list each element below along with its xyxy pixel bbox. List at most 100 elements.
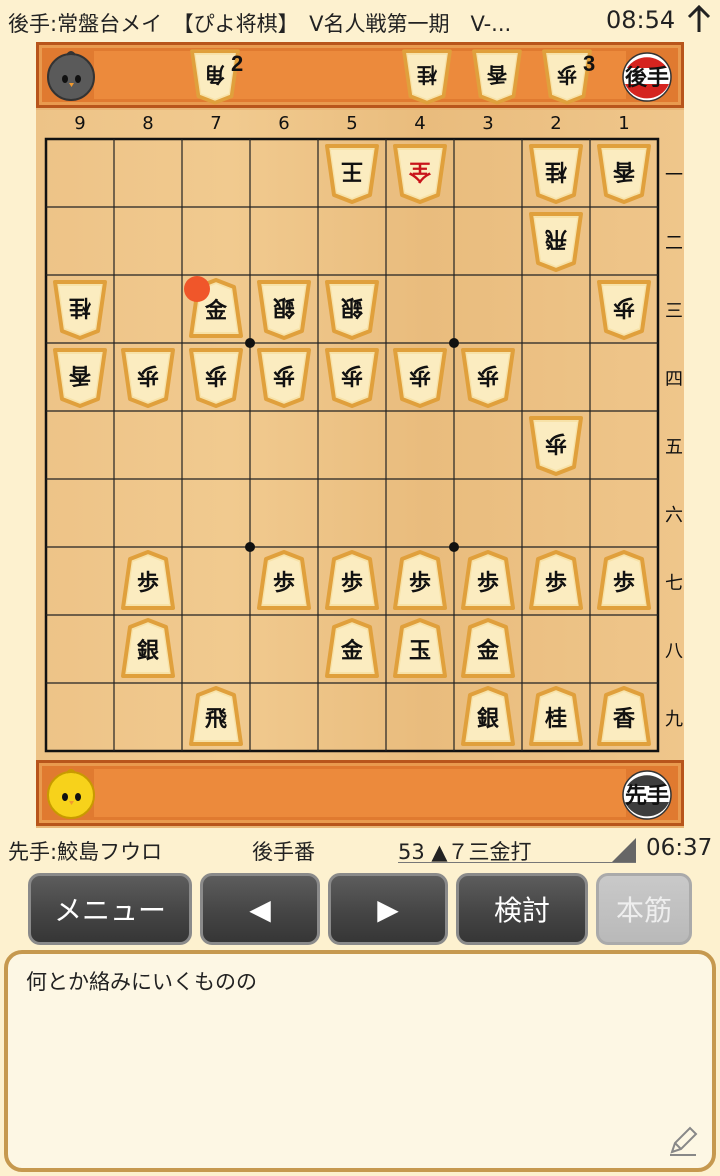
sente-piece-stand: 先手 (36, 760, 684, 826)
sente-piece[interactable]: 金 (460, 618, 516, 680)
piece-label: 歩 (476, 570, 499, 596)
gote-piece[interactable]: 香 (596, 142, 652, 204)
hand-piece-count: 3 (583, 51, 596, 76)
rank-label: 三 (665, 301, 683, 322)
rank-label: 六 (665, 505, 683, 526)
menu-button[interactable]: メニュー (28, 873, 192, 945)
gote-piece[interactable]: 歩 (392, 346, 448, 408)
move-dropdown-icon[interactable] (612, 838, 636, 862)
piece-label: 桂 (544, 706, 567, 732)
arrow-up-icon[interactable] (684, 4, 714, 34)
gote-hand-piece[interactable]: 香 (471, 47, 523, 105)
piece-label: 金 (340, 638, 363, 664)
piece-label: 銀 (136, 638, 159, 664)
piece-label: 歩 (137, 362, 160, 388)
gote-piece[interactable]: 歩 (256, 346, 312, 408)
sente-piece[interactable]: 香 (596, 686, 652, 748)
piece-label: 歩 (273, 362, 296, 388)
sente-piece[interactable]: 飛 (188, 686, 244, 748)
piece-label: 桂 (69, 294, 92, 320)
file-label: 9 (74, 113, 86, 134)
piece-label: 歩 (612, 570, 635, 596)
status-bar: 先手:鮫島フウロ 後手番 53 ▲７三金打 06:37 (0, 830, 720, 866)
sente-piece[interactable]: 桂 (528, 686, 584, 748)
sente-player-name: 先手:鮫島フウロ (8, 840, 163, 864)
rank-label: 五 (665, 437, 683, 458)
mainline-button[interactable]: 本筋 (596, 873, 692, 945)
sente-piece[interactable]: 歩 (528, 550, 584, 612)
gote-piece-stand: 角2桂香歩3 後手 (36, 42, 684, 108)
gote-piece[interactable]: 銀 (324, 278, 380, 340)
gote-piece[interactable]: 桂 (52, 278, 108, 340)
last-move-marker (184, 276, 210, 302)
system-clock: 08:54 (606, 6, 676, 34)
analyze-button[interactable]: 検討 (456, 873, 588, 945)
hand-piece-label: 香 (486, 62, 508, 87)
piece-label: 銀 (476, 706, 499, 732)
file-label: 3 (482, 113, 494, 134)
yellow-chick-avatar[interactable] (45, 768, 97, 820)
piece-label: 香 (613, 158, 636, 184)
gote-piece[interactable]: 飛 (528, 210, 584, 272)
gote-piece[interactable]: 歩 (120, 346, 176, 408)
gote-piece[interactable]: 王 (324, 142, 380, 204)
comment-box[interactable]: 何とか絡みにいくものの (4, 950, 716, 1172)
piece-label: 桂 (545, 158, 568, 184)
rank-label: 九 (665, 709, 683, 730)
rank-label: 七 (665, 573, 683, 594)
file-label: 5 (346, 113, 358, 134)
sente-piece[interactable]: 銀 (460, 686, 516, 748)
sente-piece[interactable]: 歩 (460, 550, 516, 612)
file-label: 8 (142, 113, 154, 134)
sente-badge-label: 先手 (624, 784, 669, 809)
gote-piece[interactable]: 銀 (256, 278, 312, 340)
file-label: 6 (278, 113, 290, 134)
gote-piece[interactable]: 歩 (324, 346, 380, 408)
file-label: 4 (414, 113, 426, 134)
gray-chick-avatar[interactable] (45, 50, 97, 102)
gote-piece[interactable]: 歩 (528, 414, 584, 476)
game-title: 後手:常盤台メイ 【ぴよ将棋】 V名人戦第一期 V-... (8, 12, 512, 36)
piece-label: 全 (409, 158, 432, 184)
sente-piece[interactable]: 歩 (596, 550, 652, 612)
sente-piece[interactable]: 金 (324, 618, 380, 680)
gote-piece[interactable]: 歩 (596, 278, 652, 340)
sente-piece[interactable]: 歩 (324, 550, 380, 612)
sente-stand-area (94, 769, 626, 817)
piece-label: 銀 (341, 294, 364, 320)
rank-label: 二 (665, 233, 683, 254)
gote-piece[interactable]: 全 (392, 142, 448, 204)
turn-indicator: 後手番 (252, 840, 315, 864)
pencil-icon[interactable] (666, 1124, 700, 1158)
gote-piece[interactable]: 桂 (528, 142, 584, 204)
prev-move-button[interactable]: ◀ (200, 873, 320, 945)
piece-label: 王 (341, 158, 364, 184)
rank-label: 一 (665, 165, 683, 186)
gote-piece[interactable]: 香 (52, 346, 108, 408)
piece-label: 金 (476, 638, 499, 664)
file-label: 1 (618, 113, 630, 134)
sente-piece[interactable]: 玉 (392, 618, 448, 680)
gote-piece[interactable]: 歩 (460, 346, 516, 408)
gote-hand-piece[interactable]: 桂 (401, 47, 453, 105)
file-label: 2 (550, 113, 562, 134)
hand-piece-count: 2 (231, 51, 244, 76)
file-label: 7 (210, 113, 222, 134)
sente-piece[interactable]: 歩 (256, 550, 312, 612)
rank-label: 八 (665, 641, 683, 662)
piece-label: 歩 (477, 362, 500, 388)
piece-label: 歩 (205, 362, 228, 388)
sente-piece[interactable]: 歩 (392, 550, 448, 612)
gote-piece[interactable]: 歩 (188, 346, 244, 408)
piece-label: 歩 (409, 362, 432, 388)
piece-label: 歩 (340, 570, 363, 596)
next-move-button[interactable]: ▶ (328, 873, 448, 945)
sente-piece[interactable]: 歩 (120, 550, 176, 612)
sente-piece[interactable]: 銀 (120, 618, 176, 680)
piece-label: 歩 (613, 294, 636, 320)
gote-badge-label: 後手 (624, 66, 669, 91)
top-bar: 後手:常盤台メイ 【ぴよ将棋】 V名人戦第一期 V-... 08:54 (0, 0, 720, 42)
rank-label: 四 (665, 369, 683, 390)
elapsed-time: 06:37 (646, 835, 713, 861)
piece-label: 歩 (136, 570, 159, 596)
